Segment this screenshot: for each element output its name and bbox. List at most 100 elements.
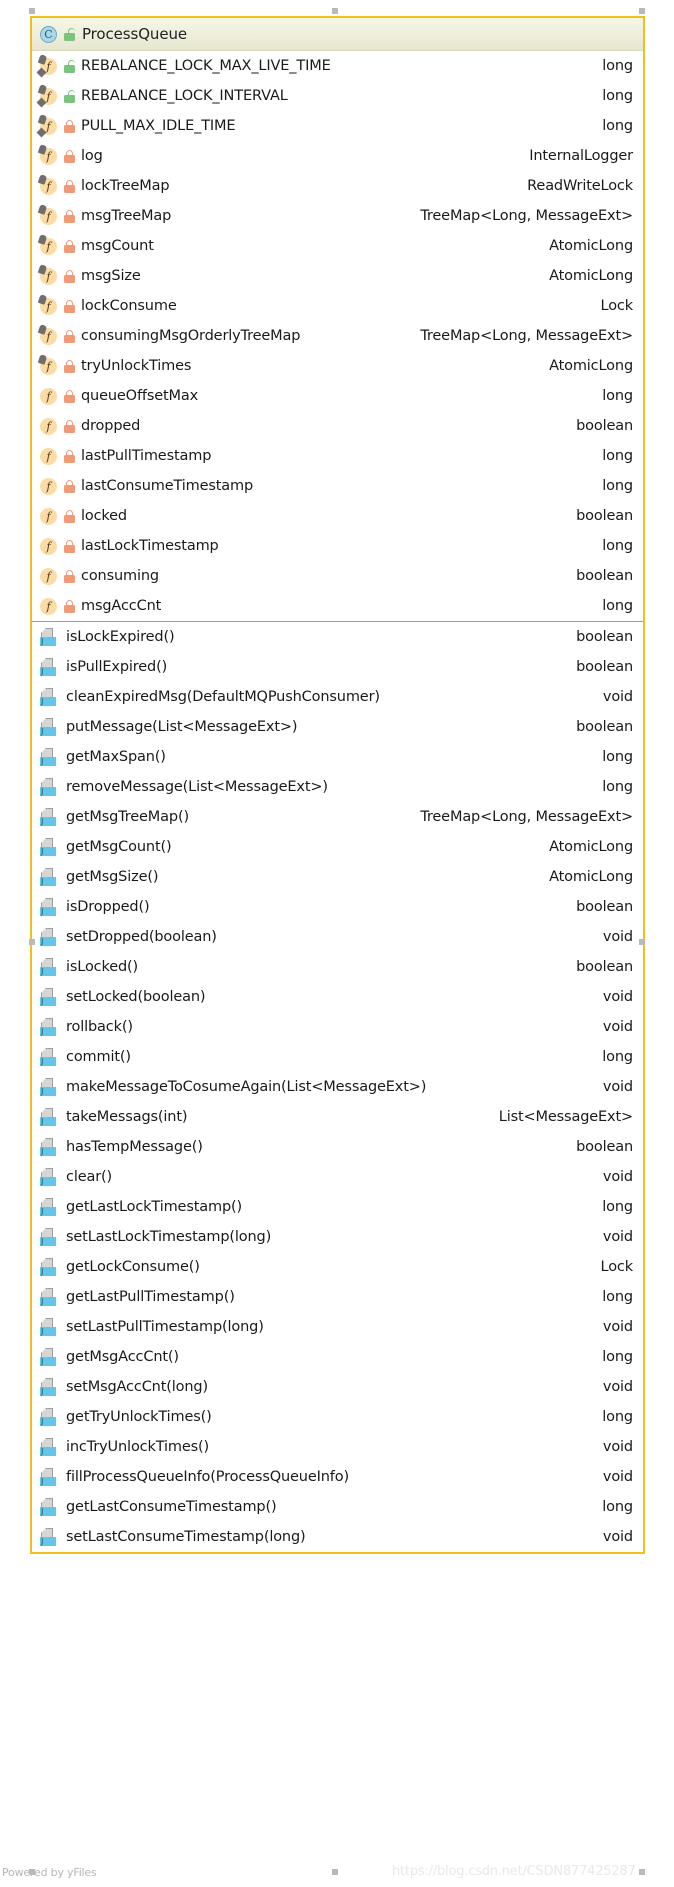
- field-row[interactable]: f msgAccCnt long: [32, 591, 643, 621]
- resize-handle-top-right[interactable]: [639, 8, 645, 14]
- java-method-icon: J: [40, 718, 56, 736]
- method-row[interactable]: JsetMsgAccCnt(long) void: [32, 1372, 643, 1402]
- method-return-type: void: [602, 1019, 633, 1035]
- field-icon: f: [40, 117, 57, 135]
- method-row[interactable]: JfillProcessQueueInfo(ProcessQueueInfo) v…: [32, 1462, 643, 1492]
- method-row[interactable]: Jcommit() long: [32, 1042, 643, 1072]
- method-row[interactable]: JgetTryUnlockTimes() long: [32, 1402, 643, 1432]
- method-name: setDropped(boolean): [66, 929, 217, 945]
- field-row[interactable]: f lastLockTimestamp long: [32, 531, 643, 561]
- field-row[interactable]: f log InternalLogger: [32, 141, 643, 171]
- field-icon: f: [40, 327, 57, 345]
- resize-handle-bottom-center[interactable]: [332, 1869, 338, 1875]
- method-row[interactable]: JhasTempMessage() boolean: [32, 1132, 643, 1162]
- field-name: log: [81, 148, 103, 164]
- java-method-icon-label: J: [40, 1267, 56, 1276]
- method-name: getLastLockTimestamp(): [66, 1199, 243, 1215]
- java-method-icon: J: [40, 748, 56, 766]
- method-row[interactable]: JgetLastLockTimestamp() long: [32, 1192, 643, 1222]
- field-row[interactable]: f PULL_MAX_IDLE_TIME long: [32, 111, 643, 141]
- locked-padlock-icon: [64, 449, 75, 463]
- method-row[interactable]: JputMessage(List<MessageExt>) boolean: [32, 712, 643, 742]
- field-row[interactable]: f REBALANCE_LOCK_MAX_LIVE_TIME long: [32, 51, 643, 81]
- field-row[interactable]: f queueOffsetMax long: [32, 381, 643, 411]
- method-return-type: long: [602, 1049, 633, 1065]
- resize-handle-middle-left[interactable]: [29, 939, 35, 945]
- java-method-icon-label: J: [40, 967, 56, 976]
- resize-handle-top-center[interactable]: [332, 8, 338, 14]
- method-row[interactable]: Jclear() void: [32, 1162, 643, 1192]
- resize-handle-middle-right[interactable]: [639, 939, 645, 945]
- java-method-icon-label: J: [40, 847, 56, 856]
- java-method-icon-label: J: [40, 757, 56, 766]
- method-row[interactable]: JisDropped() boolean: [32, 892, 643, 922]
- java-method-icon: J: [40, 1468, 56, 1486]
- method-row[interactable]: JisPullExpired() boolean: [32, 652, 643, 682]
- field-row[interactable]: f tryUnlockTimes AtomicLong: [32, 351, 643, 381]
- method-name: takeMessags(int): [66, 1109, 188, 1125]
- method-return-type: List<MessageExt>: [498, 1109, 633, 1125]
- resize-handle-bottom-left[interactable]: [29, 1869, 35, 1875]
- field-type: AtomicLong: [549, 268, 633, 284]
- class-header[interactable]: C ProcessQueue: [32, 18, 643, 51]
- method-return-type: void: [602, 1529, 633, 1545]
- method-row[interactable]: JgetLockConsume() Lock: [32, 1252, 643, 1282]
- field-icon: f: [40, 507, 57, 525]
- method-row[interactable]: JtakeMessags(int) List<MessageExt>: [32, 1102, 643, 1132]
- java-method-icon: J: [40, 1078, 56, 1096]
- field-row[interactable]: f consumingMsgOrderlyTreeMap TreeMap<Long,…: [32, 321, 643, 351]
- java-method-icon: J: [40, 1138, 56, 1156]
- method-name: getLastPullTimestamp(): [66, 1289, 235, 1305]
- method-row[interactable]: JsetDropped(boolean) void: [32, 922, 643, 952]
- uml-class-node[interactable]: C ProcessQueue f REBALANCE_LOCK_MAX_LIVE_…: [30, 16, 645, 1554]
- field-name: lockTreeMap: [81, 178, 170, 194]
- method-row[interactable]: JgetMaxSpan() long: [32, 742, 643, 772]
- method-row[interactable]: JsetLocked(boolean) void: [32, 982, 643, 1012]
- method-row[interactable]: JgetLastPullTimestamp() long: [32, 1282, 643, 1312]
- field-row[interactable]: f msgCount AtomicLong: [32, 231, 643, 261]
- method-row[interactable]: JcleanExpiredMsg(DefaultMQPushConsumer) v…: [32, 682, 643, 712]
- field-row[interactable]: f lockConsume Lock: [32, 291, 643, 321]
- method-row[interactable]: Jrollback() void: [32, 1012, 643, 1042]
- java-method-icon-label: J: [40, 697, 56, 706]
- method-row[interactable]: JgetMsgCount() AtomicLong: [32, 832, 643, 862]
- method-row[interactable]: JsetLastPullTimestamp(long) void: [32, 1312, 643, 1342]
- method-row[interactable]: JmakeMessageToCosumeAgain(List<MessageEx…: [32, 1072, 643, 1102]
- method-row[interactable]: JisLocked() boolean: [32, 952, 643, 982]
- field-row[interactable]: f lockTreeMap ReadWriteLock: [32, 171, 643, 201]
- field-row[interactable]: f locked boolean: [32, 501, 643, 531]
- method-row[interactable]: JsetLastLockTimestamp(long) void: [32, 1222, 643, 1252]
- field-row[interactable]: f lastPullTimestamp long: [32, 441, 643, 471]
- java-method-icon-label: J: [40, 1327, 56, 1336]
- java-method-icon-label: J: [40, 877, 56, 886]
- field-row[interactable]: f dropped boolean: [32, 411, 643, 441]
- locked-padlock-icon: [64, 149, 75, 163]
- field-row[interactable]: f REBALANCE_LOCK_INTERVAL long: [32, 81, 643, 111]
- resize-handle-top-left[interactable]: [29, 8, 35, 14]
- field-row[interactable]: f msgTreeMap TreeMap<Long, MessageExt>: [32, 201, 643, 231]
- method-row[interactable]: JgetMsgAccCnt() long: [32, 1342, 643, 1372]
- field-row[interactable]: f lastConsumeTimestamp long: [32, 471, 643, 501]
- field-icon: f: [40, 297, 57, 315]
- field-row[interactable]: f msgSize AtomicLong: [32, 261, 643, 291]
- locked-padlock-icon: [64, 179, 75, 193]
- field-icon: f: [40, 237, 57, 255]
- method-row[interactable]: JgetLastConsumeTimestamp() long: [32, 1492, 643, 1522]
- field-row[interactable]: f consuming boolean: [32, 561, 643, 591]
- method-row[interactable]: JgetMsgSize() AtomicLong: [32, 862, 643, 892]
- field-name: consuming: [81, 568, 159, 584]
- method-row[interactable]: JisLockExpired() boolean: [32, 622, 643, 652]
- method-row[interactable]: JgetMsgTreeMap() TreeMap<Long, MessageExt…: [32, 802, 643, 832]
- field-icon: f: [40, 147, 57, 165]
- method-return-type: boolean: [576, 659, 633, 675]
- field-icon: f: [40, 417, 57, 435]
- method-row[interactable]: JsetLastConsumeTimestamp(long) void: [32, 1522, 643, 1552]
- field-icon: f: [40, 447, 57, 465]
- method-return-type: long: [602, 1409, 633, 1425]
- method-row[interactable]: JremoveMessage(List<MessageExt>) long: [32, 772, 643, 802]
- method-row[interactable]: JincTryUnlockTimes() void: [32, 1432, 643, 1462]
- field-icon: f: [40, 177, 57, 195]
- method-name: isDropped(): [66, 899, 150, 915]
- resize-handle-bottom-right[interactable]: [639, 1869, 645, 1875]
- method-return-type: TreeMap<Long, MessageExt>: [420, 809, 633, 825]
